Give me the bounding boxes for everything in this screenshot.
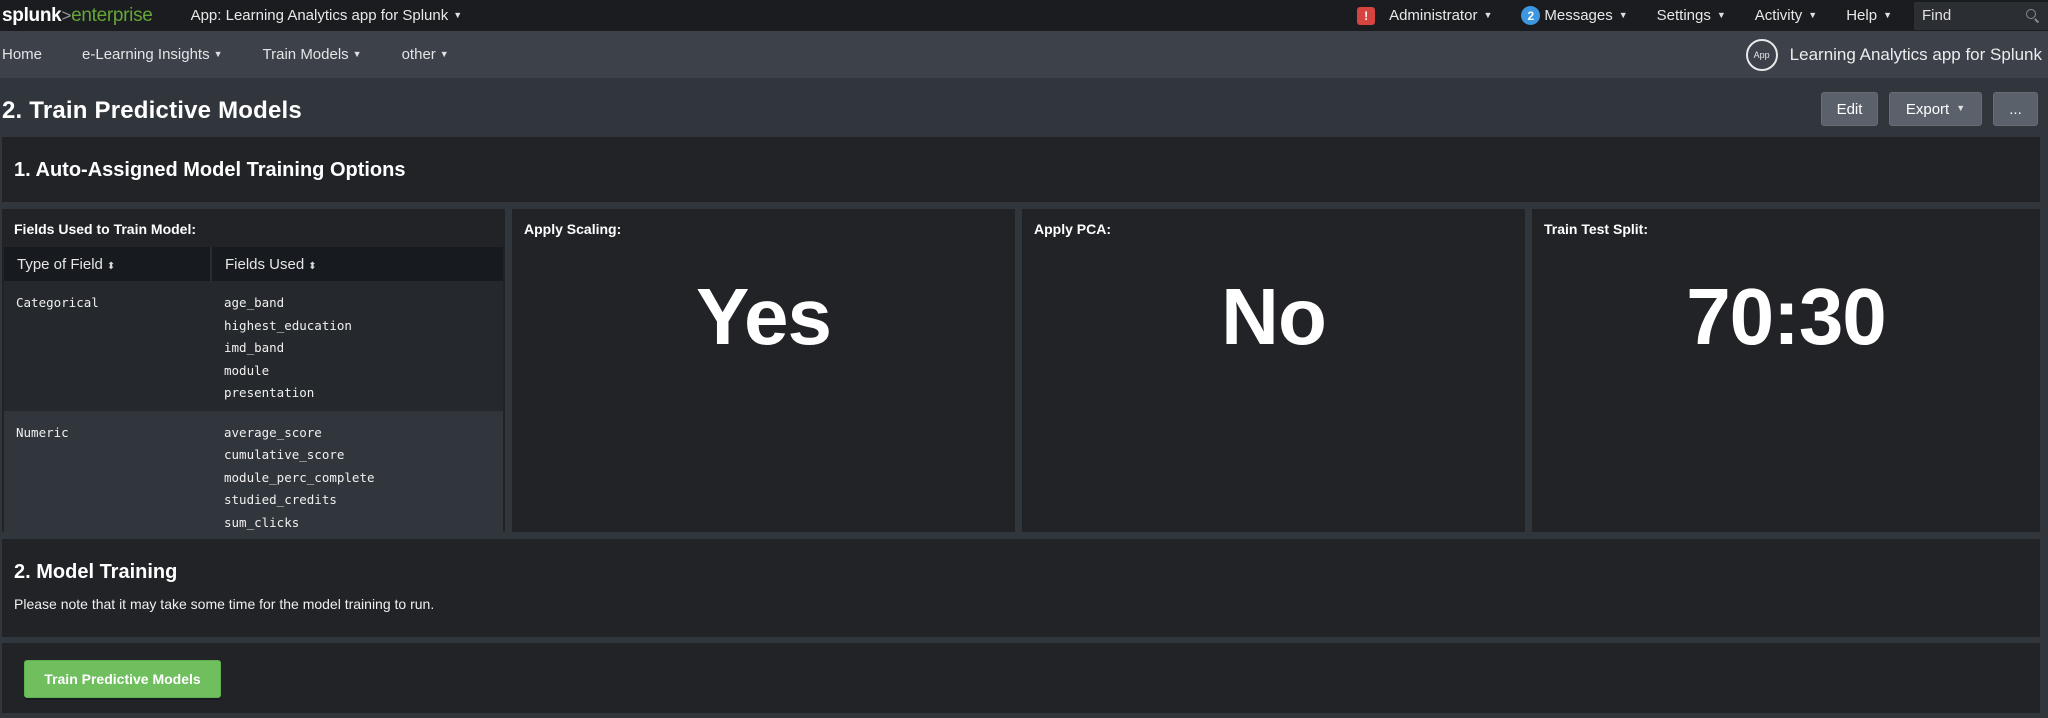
messages-menu[interactable]: 2 Messages ▼ <box>1521 6 1628 25</box>
field-name: module_perc_complete <box>224 469 375 485</box>
section-1-title: 1. Auto-Assigned Model Training Options <box>14 159 406 181</box>
app-nav-bar: Home e-Learning Insights ▼ Train Models … <box>0 31 2048 78</box>
chevron-down-icon: ▼ <box>1618 9 1628 20</box>
nav-item-label: other <box>401 46 436 63</box>
sort-icon: ⬍ <box>308 260 317 272</box>
user-menu[interactable]: Administrator ▼ <box>1389 7 1492 24</box>
fields-panel-title: Fields Used to Train Model: <box>14 221 197 237</box>
chevron-down-icon: ▼ <box>1716 9 1726 20</box>
app-menu[interactable]: App: Learning Analytics app for Splunk ▼ <box>191 7 463 24</box>
training-note: Please note that it may take some time f… <box>14 596 435 612</box>
export-button[interactable]: Export ▼ <box>1889 92 1982 126</box>
edit-button-label: Edit <box>1836 100 1863 118</box>
fields-used-panel: Fields Used to Train Model: Type of Fiel… <box>2 209 505 540</box>
fields-used-cell: average_score cumulative_score module_pe… <box>211 410 503 540</box>
section-2-title: 2. Model Training <box>14 561 178 583</box>
settings-menu[interactable]: Settings ▼ <box>1657 7 1726 24</box>
more-actions-button[interactable]: ... <box>1993 92 2038 126</box>
export-button-label: Export <box>1905 100 1950 118</box>
user-menu-label: Administrator <box>1389 7 1478 24</box>
chevron-down-icon: ▼ <box>439 48 449 59</box>
nav-item-label: Home <box>2 46 43 63</box>
nav-item-home[interactable]: Home <box>2 46 42 63</box>
nav-item-other[interactable]: other ▼ <box>402 46 449 63</box>
chevron-down-icon: ▼ <box>213 48 223 59</box>
activity-label: Activity <box>1754 7 1803 24</box>
top-bar: splunk > enterprise App: Learning Analyt… <box>0 0 2048 31</box>
sort-icon: ⬍ <box>106 260 116 272</box>
settings-label: Settings <box>1656 7 1711 24</box>
chevron-down-icon: ▼ <box>1808 9 1818 20</box>
train-predictive-models-button[interactable]: Train Predictive Models <box>24 660 221 698</box>
field-name: studied_credits <box>224 492 337 507</box>
train-button-panel: Train Predictive Models <box>2 643 2040 713</box>
activity-menu[interactable]: Activity ▼ <box>1755 7 1817 24</box>
app-title-block: App Learning Analytics app for Splunk <box>1745 31 2042 78</box>
help-menu[interactable]: Help ▼ <box>1846 7 1892 24</box>
splunk-logo[interactable]: splunk > enterprise <box>2 5 153 27</box>
nav-item-train-models[interactable]: Train Models ▼ <box>263 46 362 63</box>
column-header-label: Type of Field <box>17 255 103 273</box>
field-type-cell: Numeric <box>4 410 211 540</box>
nav-item-label: Train Models <box>262 46 349 63</box>
column-header-label: Fields Used <box>225 255 305 273</box>
chevron-down-icon: ▼ <box>1883 9 1892 20</box>
field-name: module <box>224 362 270 378</box>
table-row: Numeric average_score cumulative_score m… <box>4 410 503 540</box>
more-actions-label: ... <box>2009 100 2022 118</box>
field-name: cumulative_score <box>224 447 345 462</box>
apply-pca-value: No <box>1221 272 1327 361</box>
logo-separator: > <box>61 5 72 25</box>
messages-count-badge: 2 <box>1521 6 1541 25</box>
messages-label: Messages <box>1544 7 1613 24</box>
chevron-down-icon: ▼ <box>453 9 463 20</box>
section-1-panel: 1. Auto-Assigned Model Training Options <box>2 137 2040 202</box>
field-name: imd_band <box>224 340 285 355</box>
field-name: age_band <box>224 295 285 310</box>
apply-pca-panel: Apply PCA: No <box>1022 209 1525 532</box>
fields-used-cell: age_band highest_education imd_band modu… <box>211 281 503 411</box>
column-header-type-of-field[interactable]: Type of Field ⬍ <box>4 247 212 281</box>
logo-brand: splunk <box>2 4 62 26</box>
alert-icon[interactable]: ! <box>1357 6 1376 25</box>
nav-item-e-learning-insights[interactable]: e-Learning Insights ▼ <box>82 46 223 63</box>
field-name: average_score <box>224 424 322 440</box>
field-name: presentation <box>224 385 315 400</box>
train-test-split-title: Train Test Split: <box>1544 221 1648 237</box>
fields-table: Type of Field ⬍ Fields Used ⬍ Categorical … <box>4 247 503 540</box>
train-test-split-value: 70:30 <box>1686 272 1887 361</box>
field-name: highest_education <box>224 317 352 333</box>
app-menu-label: App: Learning Analytics app for Splunk <box>190 7 449 24</box>
field-type-cell: Categorical <box>4 281 211 411</box>
apply-scaling-value: Yes <box>696 272 832 361</box>
train-button-label: Train Predictive Models <box>44 671 201 687</box>
chevron-down-icon: ▼ <box>1483 9 1493 20</box>
field-name: sum_clicks <box>224 514 300 530</box>
logo-product: enterprise <box>71 4 153 26</box>
table-row: Categorical age_band highest_education i… <box>4 281 503 411</box>
column-header-fields-used[interactable]: Fields Used ⬍ <box>211 247 503 281</box>
nav-item-label: e-Learning Insights <box>82 46 210 63</box>
apply-scaling-title: Apply Scaling: <box>524 221 622 237</box>
model-training-panel: 2. Model Training Please note that it ma… <box>2 539 2040 637</box>
app-title: Learning Analytics app for Splunk <box>1789 44 2042 64</box>
app-icon: App <box>1745 38 1778 71</box>
train-test-split-panel: Train Test Split: 70:30 <box>1532 209 2040 532</box>
find-input[interactable]: Find <box>1914 1 2048 30</box>
page-title: 2. Train Predictive Models <box>2 97 302 124</box>
chevron-down-icon: ▼ <box>352 48 362 59</box>
edit-button[interactable]: Edit <box>1821 92 1878 126</box>
search-icon[interactable] <box>2026 8 2040 23</box>
find-placeholder: Find <box>1922 7 1952 24</box>
help-label: Help <box>1846 7 1878 24</box>
apply-scaling-panel: Apply Scaling: Yes <box>512 209 1015 532</box>
chevron-down-icon: ▼ <box>1956 103 1966 113</box>
apply-pca-title: Apply PCA: <box>1034 221 1111 237</box>
